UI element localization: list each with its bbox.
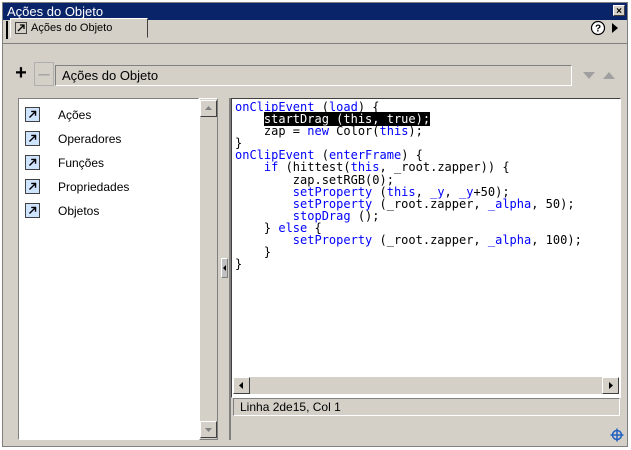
remove-action-button[interactable]: – [34,62,54,86]
close-button[interactable]: × [613,5,625,17]
script-code[interactable]: onClipEvent (load) { startDrag (this, tr… [235,101,582,270]
arrow-icon [25,131,40,146]
scroll-right-button[interactable] [602,377,619,394]
code-line: setProperty (_root.zapper, _alpha, 100); [292,233,582,248]
scroll-down-button[interactable] [200,421,217,438]
arrow-icon [25,155,40,170]
svg-text:?: ? [595,24,601,35]
scroll-down-icon [205,428,212,432]
code-horizontal-scrollbar[interactable] [233,377,619,394]
actions-field: Ações do Objeto [55,65,572,86]
target-icon[interactable] [610,428,624,442]
arrow-icon [15,22,27,34]
tree-item-label: Funções [58,156,105,170]
tree-item-label: Propriedades [58,180,130,194]
actions-field-label: Ações do Objeto [62,68,159,83]
add-action-button[interactable]: + [11,62,31,86]
move-up-icon[interactable] [600,65,618,86]
panel-menu-icon[interactable] [608,20,622,36]
code-line: } [235,257,243,272]
code-line: zap = new Color(this); [235,124,423,139]
arrow-icon [25,179,40,194]
tab-label: Ações do Objeto [31,22,113,34]
arrow-icon [25,107,40,122]
help-icon[interactable]: ? [590,20,606,36]
tree-item-operators[interactable]: Operadores [25,129,190,149]
tree-scrollbar[interactable] [199,98,218,440]
tree-item-objects[interactable]: Objetos [25,201,190,221]
tab-object-actions[interactable]: Ações do Objeto [10,18,148,38]
scroll-left-button[interactable] [233,377,250,394]
tree-item-label: Operadores [58,132,122,146]
line-column-status: Linha 2de15, Col 1 [240,400,341,414]
tree-item-properties[interactable]: Propriedades [25,177,190,197]
action-tree-panel: Ações Operadores Funções Propriedades Ob… [18,98,199,440]
scroll-left-icon [239,382,243,389]
collapse-left-icon [223,265,226,271]
tree-item-actions[interactable]: Ações [25,105,190,125]
status-bar: Linha 2de15, Col 1 [233,398,620,416]
tree-item-label: Objetos [58,204,100,218]
tab-edge [6,21,8,39]
window-title: Ações do Objeto [7,4,104,19]
scroll-up-button[interactable] [200,100,217,117]
scroll-right-icon [609,382,613,389]
pane-splitter[interactable] [219,98,231,440]
scroll-up-icon [205,106,212,110]
script-editor[interactable]: onClipEvent (load) { startDrag (this, tr… [231,98,621,398]
arrow-icon [25,203,40,218]
tree-item-functions[interactable]: Funções [25,153,190,173]
tree-item-label: Ações [58,108,92,122]
splitter-grip[interactable] [221,258,228,278]
move-down-icon[interactable] [580,65,598,86]
